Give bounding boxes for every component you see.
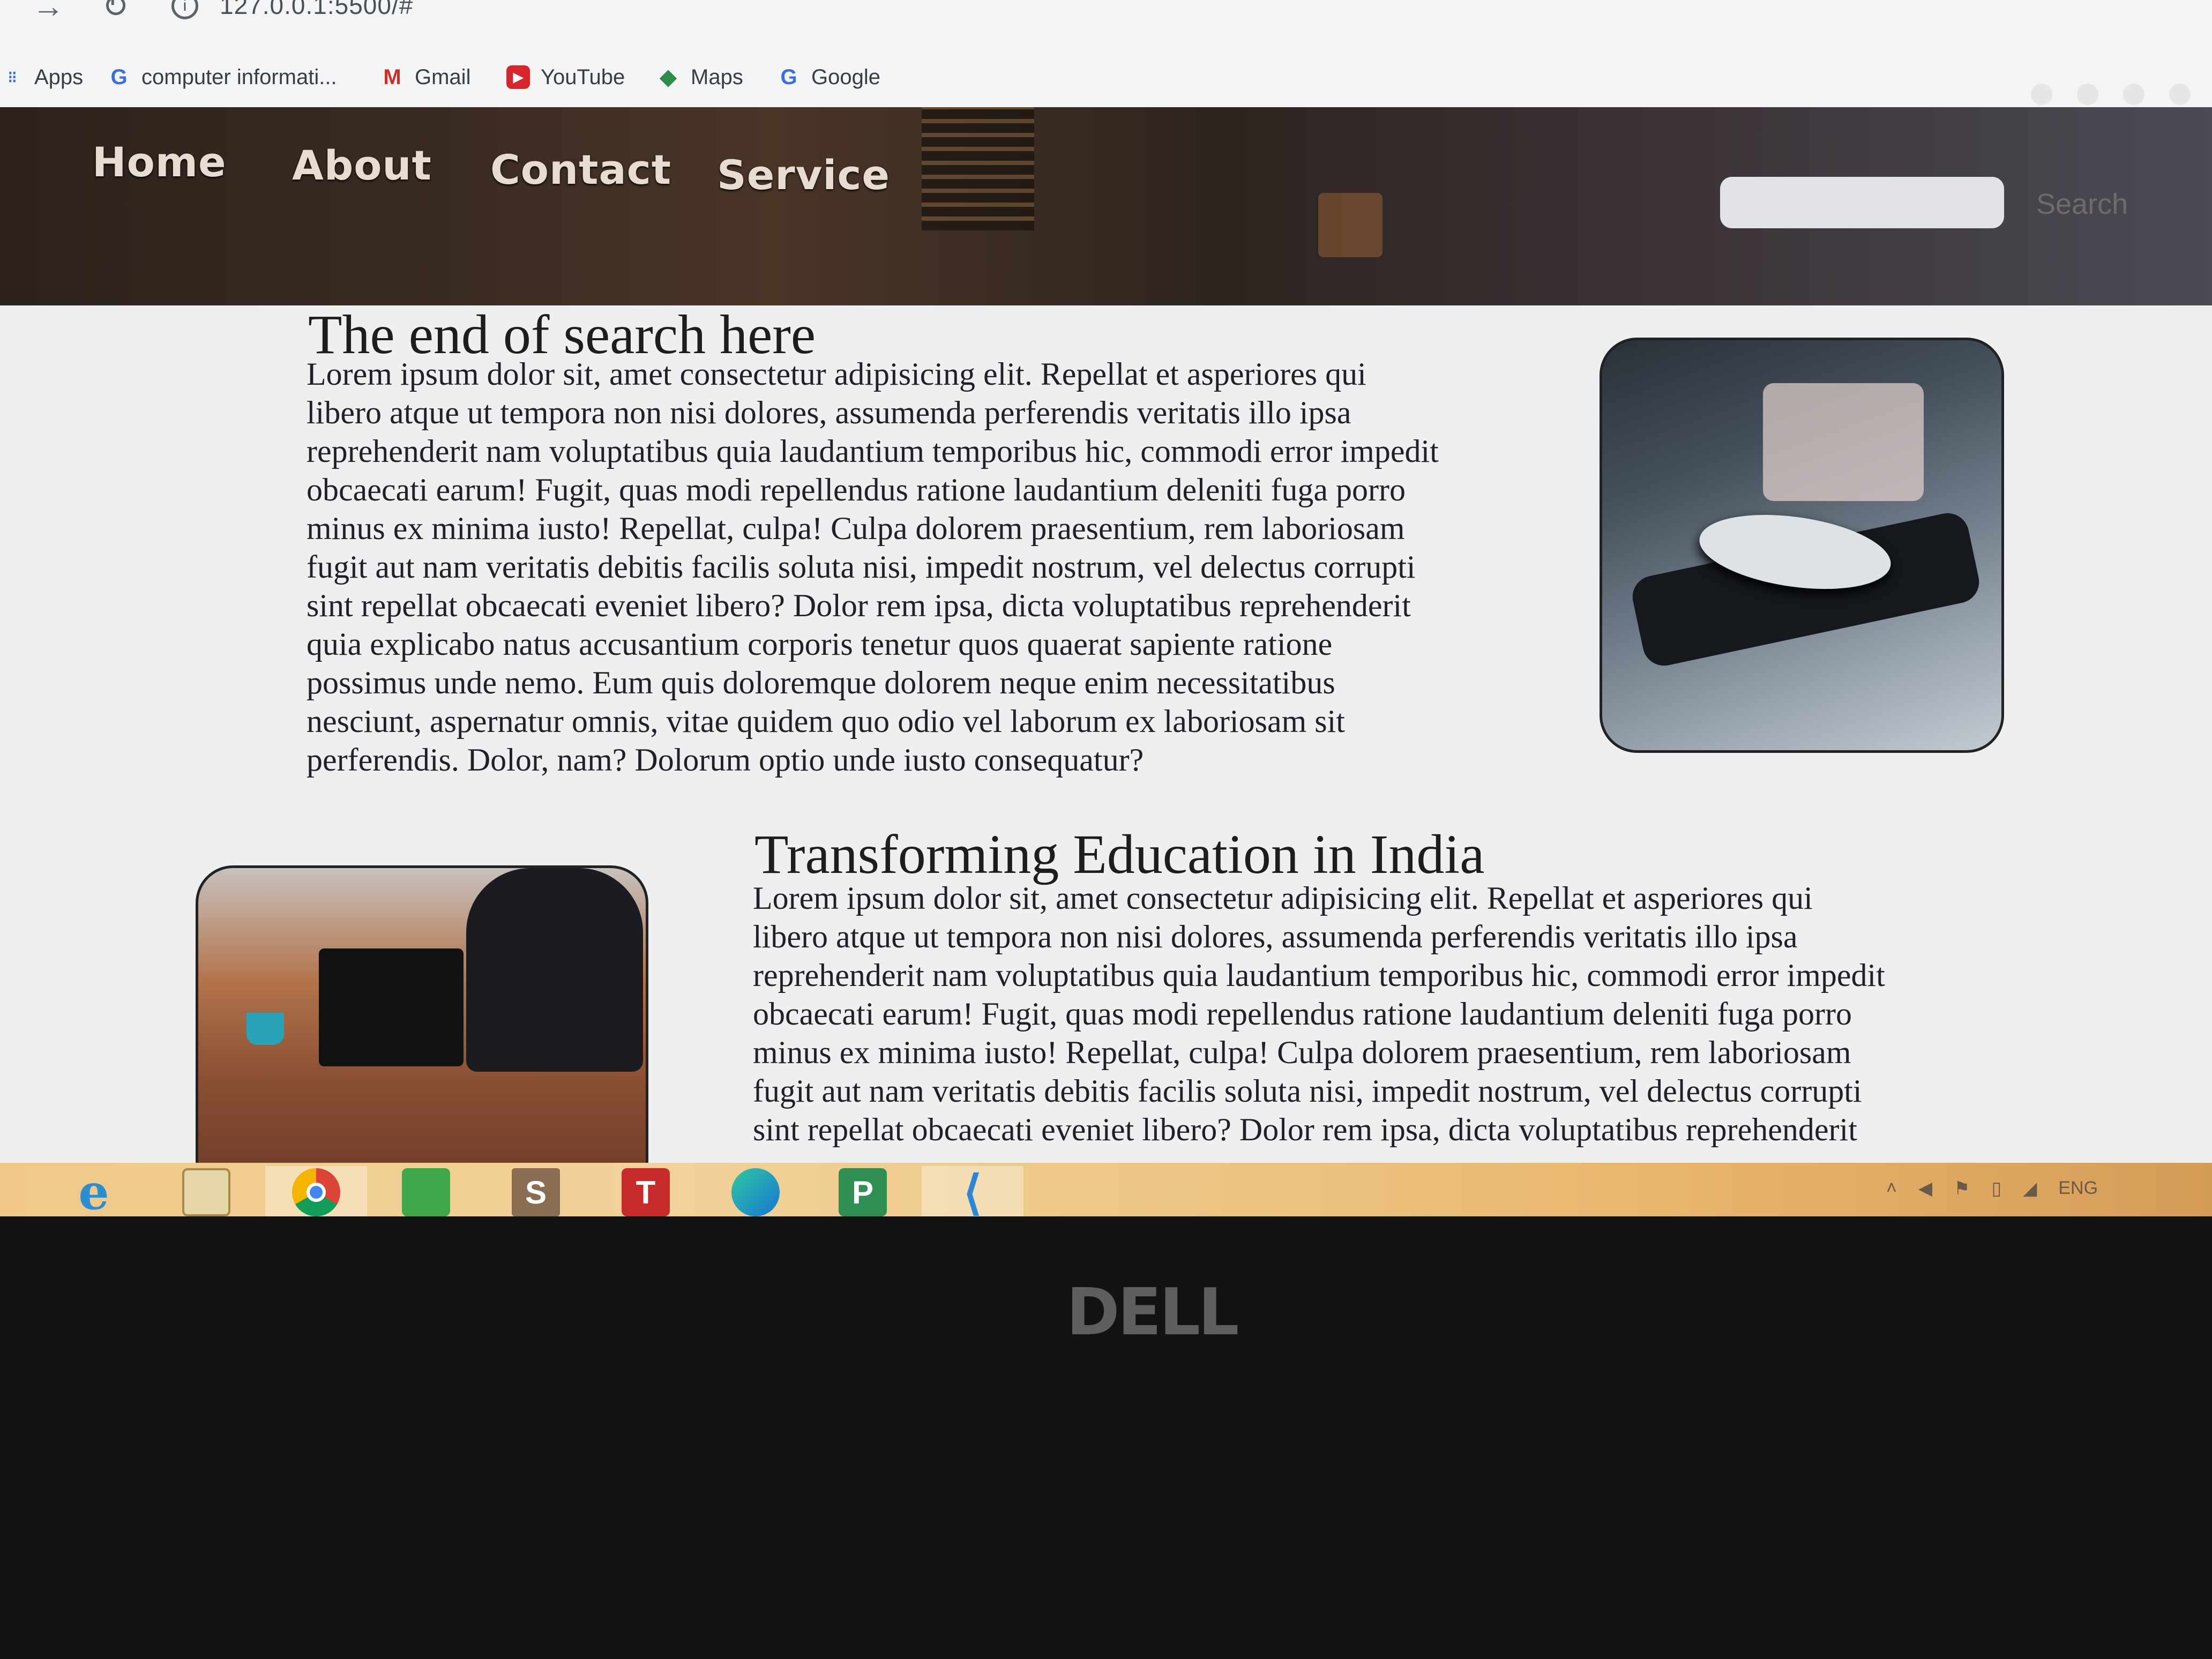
nav-about[interactable]: About	[292, 141, 432, 189]
youtube-icon: ▶	[506, 65, 530, 89]
bookmark-maps[interactable]: ◆ Maps	[656, 62, 743, 92]
taskbar-sway[interactable]: S	[485, 1166, 587, 1216]
paragraph-line: Lorem ipsum dolor sit, amet consectetur …	[753, 880, 1813, 916]
bookmark-apps[interactable]: ⁝⁝ Apps	[0, 62, 83, 92]
maps-icon: ◆	[660, 65, 677, 89]
paragraph-line: reprehenderit nam voluptatibus quia laud…	[307, 434, 1439, 469]
nav-contact[interactable]: Contact	[490, 146, 671, 193]
system-tray: ˄ ◀ ⚑ ▯ ◢ ENG	[1886, 1178, 2098, 1199]
paragraph-line: obcaecati earum! Fugit, quas modi repell…	[307, 472, 1406, 507]
extension-icon[interactable]	[2031, 84, 2052, 105]
taskbar-project[interactable]: P	[812, 1166, 914, 1216]
photo-detail	[466, 868, 643, 1072]
google-icon: G	[110, 65, 128, 89]
brand-logo: DELL	[1066, 1275, 1239, 1350]
info-icon[interactable]: i	[171, 0, 198, 19]
paragraph-line: libero atque ut tempora non nisi dolores…	[753, 919, 1798, 954]
reload-icon[interactable]: ↻	[102, 0, 129, 23]
bookmark-gmail[interactable]: M Gmail	[380, 62, 470, 92]
store-icon	[402, 1168, 450, 1216]
paragraph-line: nesciunt, aspernatur omnis, vitae quidem…	[307, 704, 1345, 739]
google-icon: G	[780, 65, 797, 89]
paragraph-line: sint repellat obcaecati eveniet libero? …	[307, 588, 1411, 623]
site-header: Home About Contact Service Search	[0, 107, 2212, 305]
screen: → ↻ i 127.0.0.1:5500/# ⁝⁝ Apps G compute…	[0, 0, 2212, 1216]
taskbar-teams[interactable]: T	[595, 1166, 697, 1216]
bookmark-google[interactable]: G Google	[777, 62, 880, 92]
photo-of-laptop-screen: → ↻ i 127.0.0.1:5500/# ⁝⁝ Apps G compute…	[0, 0, 2212, 1659]
paragraph-line: perferendis. Dolor, nam? Dolorum optio u…	[307, 742, 1144, 778]
main-content: The end of search here Lorem ipsum dolor…	[0, 305, 2212, 1198]
extension-icon[interactable]	[2123, 84, 2144, 105]
project-icon: P	[839, 1168, 887, 1216]
search-input[interactable]	[1720, 177, 2004, 228]
bookmark-label: Apps	[34, 65, 84, 89]
desk-laptop-photo	[196, 865, 648, 1198]
paragraph-line: sint repellat obcaecati eveniet libero? …	[753, 1112, 1857, 1147]
paragraph-line: minus ex minima iusto! Repellat, culpa! …	[753, 1035, 1851, 1070]
gmail-icon: M	[383, 65, 401, 89]
taskbar: e S T P ⟨ ˄ ◀ ⚑ ▯ ◢ ENG	[0, 1163, 2212, 1216]
bookmark-label: computer informati...	[141, 65, 337, 89]
internet-explorer-icon: e	[78, 1164, 109, 1216]
extension-icon[interactable]	[2077, 84, 2098, 105]
section-paragraph: Lorem ipsum dolor sit, amet consectetur …	[753, 879, 1885, 1149]
paragraph-line: libero atque ut tempora non nisi dolores…	[307, 395, 1351, 430]
language-indicator[interactable]: ENG	[2058, 1178, 2098, 1199]
chevron-up-icon[interactable]: ˄	[1886, 1178, 1897, 1199]
paragraph-line: fugit aut nam veritatis debitis facilis …	[753, 1073, 1862, 1109]
taskbar-chrome[interactable]	[265, 1166, 367, 1216]
bookmark-label: YouTube	[541, 65, 625, 89]
photo-detail	[246, 1013, 284, 1045]
vscode-icon: ⟨	[963, 1165, 982, 1217]
paragraph-line: fugit aut nam veritatis debitis facilis …	[307, 549, 1416, 585]
toolbar-extension-icons	[2031, 84, 2191, 105]
taskbar-store[interactable]	[375, 1166, 477, 1216]
file-explorer-icon	[182, 1168, 230, 1216]
section-paragraph: Lorem ipsum dolor sit, amet consectetur …	[307, 355, 1439, 779]
paragraph-line: possimus unde nemo. Eum quis doloremque …	[307, 665, 1335, 700]
search-button[interactable]: Search	[2036, 188, 2128, 221]
taskbar-ie[interactable]: e	[43, 1164, 145, 1216]
address-bar-area: → ↻ i 127.0.0.1:5500/#	[0, 0, 2212, 38]
flag-icon[interactable]: ⚑	[1954, 1178, 1970, 1199]
bookmark-computer-information[interactable]: G computer informati...	[107, 62, 337, 92]
signal-icon[interactable]: ◢	[2023, 1178, 2037, 1199]
profile-avatar[interactable]	[2169, 84, 2191, 105]
bookmark-label: Maps	[691, 65, 743, 89]
nav-home[interactable]: Home	[92, 138, 227, 186]
chrome-icon	[292, 1168, 340, 1216]
nav-service[interactable]: Service	[717, 151, 890, 199]
forward-icon[interactable]: →	[32, 0, 64, 23]
bookmark-label: Gmail	[415, 65, 471, 89]
sway-icon: S	[512, 1168, 560, 1216]
battery-icon[interactable]: ▯	[1992, 1178, 2002, 1199]
paragraph-line: quia explicabo natus accusantium corpori…	[307, 626, 1333, 662]
apps-grid-icon: ⁝⁝	[8, 68, 17, 86]
paragraph-line: reprehenderit nam voluptatibus quia laud…	[753, 958, 1885, 993]
bookmark-label: Google	[811, 65, 880, 89]
teams-icon: T	[622, 1168, 670, 1216]
taskbar-vscode[interactable]: ⟨	[922, 1166, 1023, 1216]
speaker-icon[interactable]: ◀	[1918, 1178, 1932, 1199]
url-text[interactable]: 127.0.0.1:5500/#	[220, 0, 413, 18]
taskbar-file-explorer[interactable]	[155, 1166, 257, 1216]
photo-detail	[1763, 383, 1924, 501]
mouse-photo	[1600, 338, 2004, 753]
taskbar-edge[interactable]	[705, 1166, 806, 1216]
edge-icon	[731, 1168, 780, 1216]
photo-detail	[319, 948, 464, 1066]
paragraph-line: minus ex minima iusto! Repellat, culpa! …	[307, 511, 1405, 546]
bookmark-youtube[interactable]: ▶ YouTube	[506, 62, 625, 92]
bookmarks-bar: ⁝⁝ Apps G computer informati... M Gmail …	[0, 38, 2212, 107]
section-title: Transforming Education in India	[754, 824, 1485, 885]
paragraph-line: obcaecati earum! Fugit, quas modi repell…	[753, 996, 1852, 1032]
paragraph-line: Lorem ipsum dolor sit, amet consectetur …	[307, 356, 1366, 392]
